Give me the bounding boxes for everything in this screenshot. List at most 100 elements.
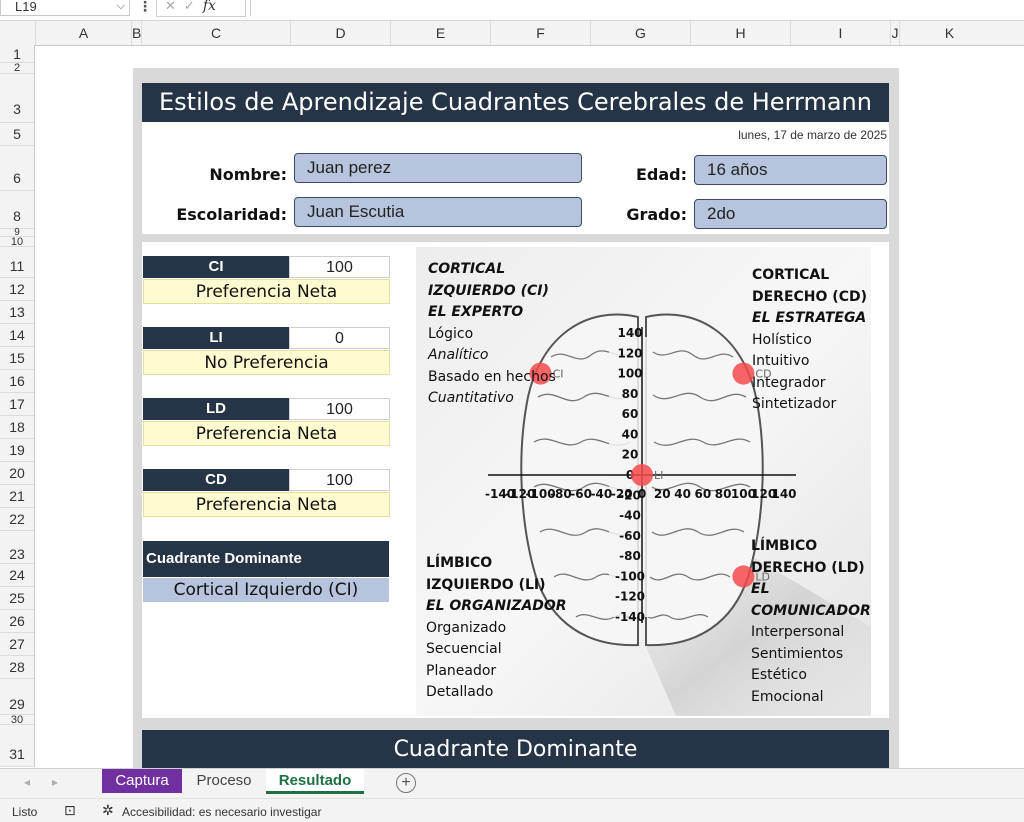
ci-item: Cuantitativo [428, 390, 514, 406]
row-header[interactable]: 6 [0, 146, 34, 191]
y-tick-label: -120 [615, 590, 645, 604]
row-header[interactable]: 24 [0, 564, 34, 587]
escolaridad-label: Escolaridad: [176, 205, 287, 224]
row-header[interactable]: 27 [0, 633, 34, 656]
row-header[interactable]: 25 [0, 587, 34, 610]
row-header[interactable]: 13 [0, 301, 34, 324]
li-heading-3: EL ORGANIZADOR [426, 598, 567, 614]
li-preference[interactable]: No Preferencia [143, 350, 390, 375]
nombre-label: Nombre: [209, 165, 287, 184]
row-header[interactable]: 16 [0, 370, 34, 393]
cd-heading-1: CORTICAL [752, 267, 830, 283]
row-header[interactable]: 10 [0, 237, 34, 248]
column-header-c[interactable]: C [141, 21, 290, 45]
ci-heading-3: EL EXPERTO [428, 304, 524, 320]
name-box[interactable]: L19 ⌵ [0, 0, 130, 16]
y-tick-label: 140 [617, 326, 642, 340]
tab-captura[interactable]: Captura [102, 769, 182, 793]
column-header-i[interactable]: I [790, 21, 890, 45]
formula-input[interactable] [250, 0, 1024, 16]
y-tick-label: -40 [619, 509, 641, 523]
row-header[interactable]: 2 [0, 63, 34, 74]
ld-preference[interactable]: Preferencia Neta [143, 421, 390, 446]
cd-heading-3: EL ESTRATEGA [752, 310, 867, 326]
row-header[interactable]: 30 [0, 715, 34, 726]
column-header-j[interactable]: J [890, 21, 899, 45]
ld-item: Sentimientos [751, 645, 844, 662]
ld-code: LD [143, 398, 289, 420]
cd-item: Sintetizador [752, 396, 837, 412]
row-header[interactable]: 15 [0, 347, 34, 370]
column-header-e[interactable]: E [390, 21, 490, 45]
row-header[interactable]: 23 [0, 531, 34, 564]
name-box-value: L19 [15, 0, 37, 14]
cancel-icon[interactable]: ✕ [165, 0, 176, 13]
chevron-down-icon[interactable]: ⌵ [117, 0, 125, 13]
y-tick-label: 40 [622, 427, 639, 441]
y-tick-label: 80 [622, 387, 639, 401]
row-header[interactable]: 22 [0, 508, 34, 531]
row-header[interactable]: 17 [0, 393, 34, 416]
ci-value[interactable]: 100 [289, 256, 390, 278]
accessibility-status[interactable]: Accesibilidad: es necesario investigar [122, 805, 321, 819]
column-header-f[interactable]: F [490, 21, 590, 45]
li-value[interactable]: 0 [289, 327, 390, 349]
row-header[interactable]: 18 [0, 416, 34, 439]
li-heading-2: IZQUIERDO (LI) [426, 576, 546, 593]
nombre-field[interactable]: Juan perez [294, 153, 582, 183]
y-tick-label: 100 [617, 367, 642, 381]
accessibility-icon[interactable]: ✲ [102, 802, 114, 819]
function-icon[interactable]: fx [203, 0, 216, 14]
ci-preference[interactable]: Preferencia Neta [143, 279, 390, 304]
row-header[interactable]: 14 [0, 324, 34, 347]
li-item: Organizado [426, 619, 507, 636]
brain-chart[interactable]: -140 -120 -100 -80 -60 -40 -20 0 20 40 60 80 100 120 1… [416, 247, 871, 716]
y-tick-label: 120 [617, 346, 642, 360]
cd-code: CD [143, 469, 289, 491]
row-header[interactable]: 12 [0, 278, 34, 301]
column-header-g[interactable]: G [590, 21, 690, 45]
macro-record-icon[interactable]: ⊡ [64, 802, 76, 819]
column-header-d[interactable]: D [290, 21, 390, 45]
ld-item: Estético [751, 667, 807, 683]
ci-item: Analítico [428, 347, 489, 363]
cd-preference[interactable]: Preferencia Neta [143, 492, 390, 517]
ci-heading-1: CORTICAL [428, 261, 506, 277]
scroll-right-icon[interactable]: ▸ [52, 775, 58, 789]
quadrant-ci: CORTICAL IZQUIERDO (CI) EL EXPERTO Lógic… [428, 259, 556, 410]
ld-heading-1: LÍMBICO [751, 538, 818, 554]
tab-proceso[interactable]: Proceso [186, 769, 262, 793]
row-header[interactable]: 26 [0, 610, 34, 633]
column-header-a[interactable]: A [35, 21, 131, 45]
row-headers: 1 2 3 5 6 8 9 10 11 12 13 14 15 16 17 18… [0, 45, 35, 767]
row-header[interactable]: 28 [0, 656, 34, 679]
grado-field[interactable]: 2do [694, 199, 887, 229]
scroll-left-icon[interactable]: ◂ [24, 775, 30, 789]
column-header-h[interactable]: H [690, 21, 790, 45]
row-header[interactable]: 21 [0, 485, 34, 508]
add-sheet-icon[interactable]: + [396, 773, 416, 793]
row-header[interactable]: 3 [0, 74, 34, 123]
cd-heading-2: DERECHO (CD) [752, 288, 867, 305]
row-header[interactable]: 11 [0, 255, 34, 278]
dominant-value[interactable]: Cortical Izquierdo (CI) [143, 578, 389, 602]
more-options-icon[interactable]: ⋮ [138, 0, 152, 15]
confirm-icon[interactable]: ✓ [184, 0, 195, 13]
row-header[interactable]: 31 [0, 725, 34, 767]
escolaridad-field[interactable]: Juan Escutia [294, 197, 582, 227]
row-header[interactable]: 19 [0, 439, 34, 462]
row-header[interactable]: 8 [0, 191, 34, 229]
y-tick-label: -80 [619, 549, 641, 563]
row-header[interactable]: 1 [0, 45, 34, 63]
tab-resultado[interactable]: Resultado [266, 769, 364, 794]
column-header-b[interactable]: B [131, 21, 141, 45]
edad-field[interactable]: 16 años [694, 155, 887, 185]
row-header[interactable]: 20 [0, 462, 34, 485]
li-code: LI [143, 327, 289, 349]
x-tick-label: -60 [570, 487, 592, 501]
cd-value[interactable]: 100 [289, 469, 390, 491]
row-header[interactable]: 29 [0, 679, 34, 715]
row-header[interactable]: 5 [0, 123, 34, 146]
ld-value[interactable]: 100 [289, 398, 390, 420]
column-header-k[interactable]: K [899, 21, 999, 45]
